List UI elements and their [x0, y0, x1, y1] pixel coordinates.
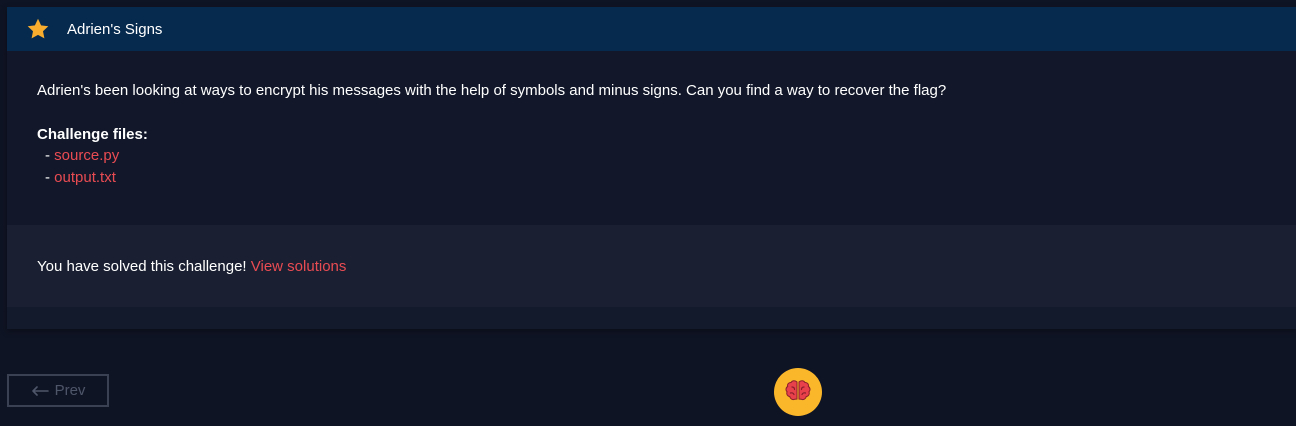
- file-link-output-txt[interactable]: output.txt: [54, 169, 116, 186]
- file-bullet: -: [45, 147, 55, 164]
- challenge-header: Adrien's Signs: [7, 7, 1296, 51]
- prev-label: Prev: [54, 382, 86, 399]
- file-bullet: -: [45, 169, 55, 186]
- view-solutions-link[interactable]: View solutions: [251, 258, 347, 275]
- challenge-card: Adrien's Signs Adrien's been looking at …: [7, 7, 1296, 329]
- challenge-files-heading: Challenge files:: [37, 126, 148, 143]
- solved-text: You have solved this challenge!: [37, 257, 251, 275]
- brain-badge[interactable]: [774, 368, 822, 416]
- file-link-source-py[interactable]: source.py: [54, 147, 119, 164]
- solved-banner: You have solved this challenge! View sol…: [7, 225, 1296, 307]
- challenge-description: Adrien's been looking at ways to encrypt…: [37, 82, 947, 99]
- solved-message: You have solved this challenge! View sol…: [37, 258, 346, 275]
- challenge-body: Adrien's been looking at ways to encrypt…: [7, 51, 1296, 225]
- challenge-title: Adrien's Signs: [67, 20, 163, 38]
- file-list-item: - source.py: [37, 145, 1266, 167]
- brain-icon: [785, 380, 811, 401]
- prev-button[interactable]: Prev: [7, 374, 109, 407]
- arrow-left-icon: [31, 385, 49, 396]
- file-list-item: - output.txt: [37, 167, 1266, 189]
- star-icon: [27, 18, 49, 39]
